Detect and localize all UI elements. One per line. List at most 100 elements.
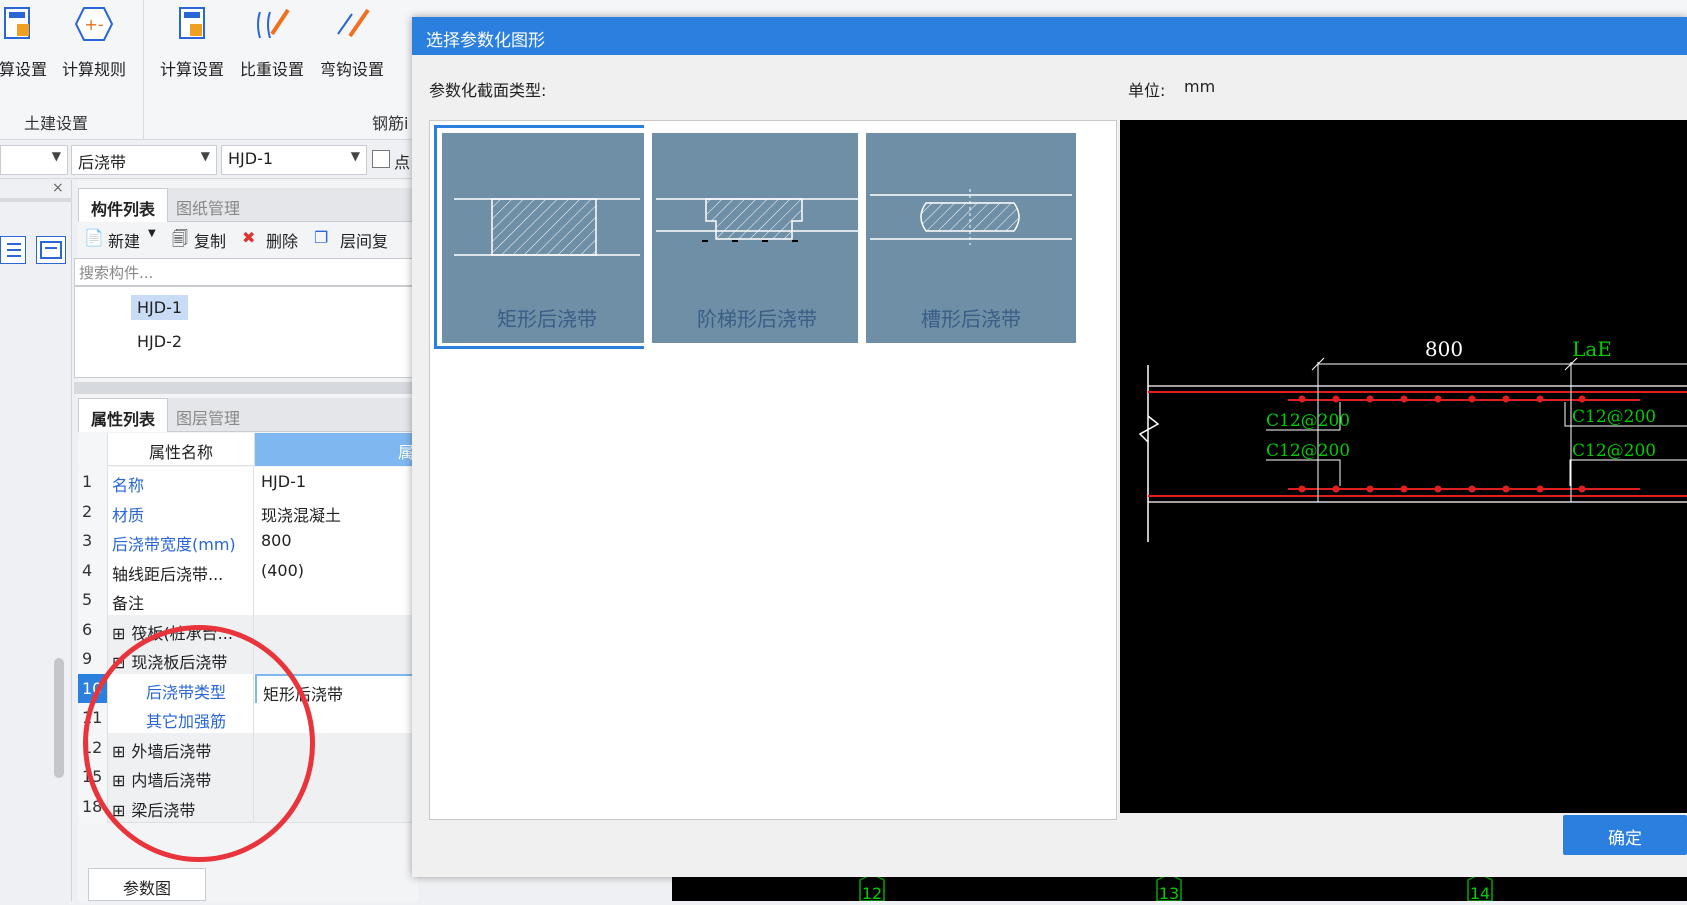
calc-settings-button-1[interactable]: 算设置 <box>0 4 52 80</box>
copy-icon: 🗐 <box>172 229 188 248</box>
property-name: 后浇带宽度(mm) <box>108 526 254 557</box>
property-value[interactable]: (400) <box>255 556 418 587</box>
expand-icon[interactable]: ⊞ <box>112 624 125 643</box>
property-value[interactable] <box>255 762 418 793</box>
property-name: 后浇带类型 <box>108 673 254 705</box>
table-row[interactable]: 5 备注 <box>78 585 418 616</box>
list-item[interactable]: HJD-2 <box>131 329 188 354</box>
component-actions: 📄 新建 ▼ 🗐 复制 ✖ 删除 ❐ 层间复 <box>78 222 418 256</box>
tab-component-list[interactable]: 构件列表 <box>78 188 169 222</box>
row-number: 4 <box>78 555 108 587</box>
floor-copy-button[interactable]: 层间复 <box>340 228 388 252</box>
property-name: 备注 <box>108 585 254 616</box>
calc-settings-label-1: 算设置 <box>0 60 47 79</box>
property-value[interactable] <box>255 792 418 823</box>
row-number: 10 <box>78 673 108 705</box>
property-value[interactable]: 800 <box>255 526 418 557</box>
shape-preview: 800 LaE C12@200 C12@200 C12@200 C12@200 <box>1120 120 1687 813</box>
property-name-label: 其它加强筋 <box>146 712 227 731</box>
panel-splitter[interactable] <box>74 382 418 394</box>
point-checkbox[interactable] <box>372 150 390 168</box>
property-name-label: 内墙后浇带 <box>131 771 212 790</box>
table-row[interactable]: 11 其它加强筋 <box>78 703 418 734</box>
table-row[interactable]: 3 后浇带宽度(mm) 800 <box>78 526 418 557</box>
tab-layer-manage[interactable]: 图层管理 <box>164 398 252 432</box>
section-label: 参数化截面类型: <box>429 81 547 100</box>
property-value[interactable] <box>255 733 418 764</box>
tab-param-diagram[interactable]: 参数图 <box>88 868 206 901</box>
row-number: 18 <box>78 791 108 823</box>
list-view-icon[interactable] <box>0 236 26 264</box>
property-name-label: 后浇带类型 <box>146 682 227 702</box>
tab-property-list[interactable]: 属性列表 <box>78 398 169 432</box>
property-value[interactable]: 矩形后浇带 <box>255 673 418 705</box>
plus-minus-icon: +- <box>74 7 114 41</box>
table-row[interactable]: 4 轴线距后浇带... (400) <box>78 555 418 587</box>
weight-pencil-icon <box>257 8 290 39</box>
property-value[interactable]: HJD-1 <box>255 467 418 498</box>
close-icon[interactable]: × <box>52 180 64 196</box>
delete-button[interactable]: 删除 <box>266 228 298 252</box>
table-row[interactable]: 6 ⊞ 筏板(桩承台... <box>78 614 418 646</box>
calc-settings-button-2[interactable]: 计算设置 <box>156 4 228 80</box>
property-value[interactable]: 现浇混凝土 <box>255 497 418 528</box>
property-value[interactable] <box>255 703 418 734</box>
row-number: 11 <box>78 703 108 734</box>
shape-groove[interactable]: 槽形后浇带 <box>858 125 1084 349</box>
row-number: 3 <box>78 526 108 557</box>
shape-label: 阶梯形后浇带 <box>697 307 817 331</box>
list-item[interactable]: HJD-1 <box>131 295 189 320</box>
component-type-value: 后浇带 <box>78 153 127 172</box>
scrollbar-thumb[interactable] <box>54 658 64 778</box>
collapse-icon[interactable]: ⊟ <box>112 653 125 672</box>
search-input[interactable]: 搜索构件... <box>74 258 418 286</box>
point-checkbox-label: 点 <box>394 153 411 172</box>
chevron-down-icon[interactable]: ▼ <box>148 228 156 239</box>
expand-icon[interactable]: ⊞ <box>112 771 125 790</box>
calc-rules-button[interactable]: +- 计算规则 <box>60 4 128 80</box>
hook-pencil-icon <box>337 8 370 38</box>
shape-label: 槽形后浇带 <box>921 307 1021 331</box>
tab-drawing-manage[interactable]: 图纸管理 <box>164 188 252 222</box>
table-row[interactable]: 9 ⊟ 现浇板后浇带 <box>78 644 418 675</box>
calc-rules-label: 计算规则 <box>61 60 126 79</box>
property-name-label: 材质 <box>112 505 145 525</box>
property-header: 属性名称 属 <box>78 433 418 466</box>
copy-button[interactable]: 复制 <box>194 228 226 252</box>
rebar-label: C12@200 <box>1266 411 1350 431</box>
table-row[interactable]: 2 材质 现浇混凝土 <box>78 496 418 528</box>
property-value[interactable] <box>255 615 418 646</box>
shape-listbox: 矩形后浇带 阶梯形后浇带 槽形后浇带 <box>429 120 1117 820</box>
shape-rect[interactable]: 矩形后浇带 <box>434 125 660 349</box>
floor-select[interactable]: ▼ <box>0 145 68 175</box>
property-value[interactable] <box>255 585 418 616</box>
property-name: 名称 <box>108 467 254 498</box>
ok-button[interactable]: 确定 <box>1563 815 1687 855</box>
component-select[interactable]: HJD-1 ▼ <box>221 145 367 175</box>
groove-section-icon <box>870 189 1072 245</box>
row-number: 6 <box>78 614 108 646</box>
new-button[interactable]: 新建 <box>108 228 140 252</box>
shape-step[interactable]: 阶梯形后浇带 <box>644 125 870 349</box>
property-value[interactable] <box>255 644 418 675</box>
property-name-label: 轴线距后浇带... <box>112 564 224 584</box>
calc-settings-label-2: 计算设置 <box>159 60 224 79</box>
property-name-label: 名称 <box>112 476 145 495</box>
table-row[interactable]: 12 ⊞ 外墙后浇带 <box>78 732 418 764</box>
hook-settings-button[interactable]: 弯钩设置 <box>316 4 388 80</box>
table-row[interactable]: 10 后浇带类型 矩形后浇带 <box>78 673 418 705</box>
property-name-label: 外墙后浇带 <box>131 741 212 761</box>
component-type-select[interactable]: 后浇带 ▼ <box>71 145 217 175</box>
table-row[interactable]: 18 ⊞ 梁后浇带 <box>78 791 418 823</box>
detail-view-icon[interactable] <box>36 236 66 264</box>
dim-width-label: 800 <box>1425 337 1463 361</box>
table-row[interactable]: 15 ⊞ 内墙后浇带 <box>78 762 418 793</box>
expand-icon[interactable]: ⊞ <box>112 742 125 761</box>
expand-icon[interactable]: ⊞ <box>112 801 125 820</box>
delete-icon: ✖ <box>242 228 256 247</box>
weight-settings-button[interactable]: 比重设置 <box>236 4 308 80</box>
property-name: ⊟ 现浇板后浇带 <box>108 644 254 675</box>
ribbon-divider <box>143 0 144 140</box>
table-row[interactable]: 1 名称 HJD-1 <box>78 467 418 498</box>
rebar-label: C12@200 <box>1266 441 1350 461</box>
